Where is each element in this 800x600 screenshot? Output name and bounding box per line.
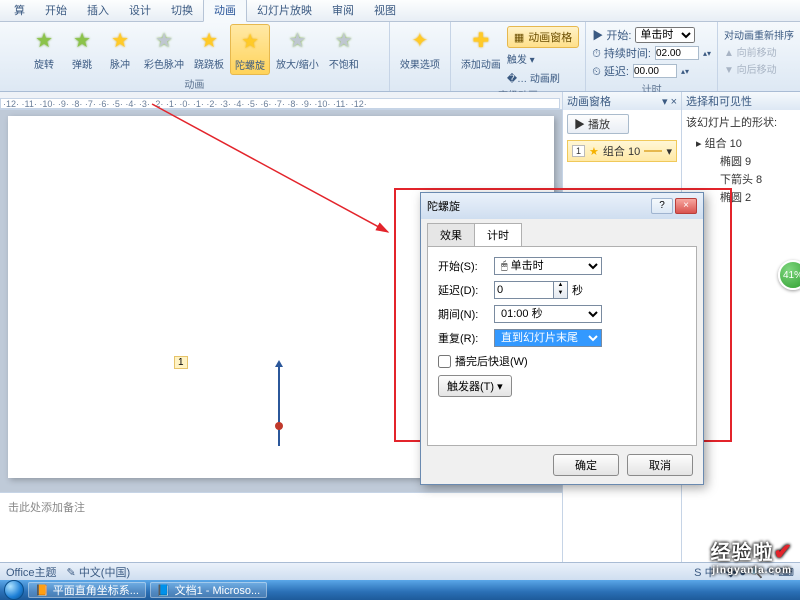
taskbar: 📙平面直角坐标系... 📘文档1 - Microso... [0, 580, 800, 600]
shape-arrow[interactable] [278, 362, 280, 446]
anim-pulse[interactable]: ★脉冲 [102, 24, 138, 73]
status-bar: Office主题 ✎ 中文(中国) S 中 · ❖ ● 🔍 ✎ ⌨ [0, 562, 800, 580]
tab-design[interactable]: 设计 [119, 0, 161, 21]
anim-bounce[interactable]: ★弹跳 [64, 24, 100, 73]
dialog-title: 陀螺旋 [427, 198, 460, 214]
dialog-close-button[interactable]: × [675, 198, 697, 214]
dlg-delay-input[interactable] [494, 281, 554, 299]
star-icon: ★ [589, 145, 599, 158]
dlg-duration-label: 期间(N): [438, 306, 494, 322]
tab-animation[interactable]: 动画 [203, 0, 247, 22]
anim-item-number: 1 [572, 145, 585, 157]
tab-home[interactable]: 开始 [35, 0, 77, 21]
start-orb[interactable] [4, 580, 24, 600]
tab-review[interactable]: 审阅 [322, 0, 364, 21]
tab-file[interactable]: 算 [4, 0, 35, 21]
anim-colorpulse[interactable]: ★彩色脉冲 [140, 24, 188, 73]
dlg-start-select[interactable]: 🖱 单击时 [494, 257, 602, 275]
dlg-duration-select[interactable]: 01:00 秒 [494, 305, 602, 323]
ruler-marks: ·12· ·11· ·10· ·9· ·8· ·7· ·6· ·5· ·4· ·… [0, 98, 560, 109]
animation-list-item[interactable]: 1 ★ 组合 10 ▾ [567, 140, 677, 162]
status-theme: Office主题 [6, 564, 57, 580]
dlg-rewind-checkbox[interactable] [438, 355, 451, 368]
play-button[interactable]: ▶ 播放 [567, 114, 629, 134]
anim-growshrink[interactable]: ★放大/缩小 [272, 24, 323, 73]
status-lang: ✎ 中文(中国) [67, 564, 131, 580]
timing-dialog: 陀螺旋 ? × 效果 计时 开始(S): 🖱 单击时 延迟(D): ▲▼ 秒 期… [420, 192, 704, 485]
cancel-button[interactable]: 取消 [627, 454, 693, 476]
dialog-tab-timing[interactable]: 计时 [474, 223, 522, 246]
progress-badge: 41% [778, 260, 800, 290]
start-select[interactable]: 单击时 [635, 27, 695, 43]
spin-up-icon[interactable]: ▲ [554, 282, 567, 290]
pane-anim-close-icon[interactable]: × [671, 96, 677, 108]
dlg-rewind-label: 播完后快退(W) [455, 353, 528, 369]
animation-order-marker[interactable]: 1 [174, 356, 188, 369]
tree-child[interactable]: 椭圆 2 [710, 188, 796, 206]
start-label: ▶ 开始: [592, 27, 631, 43]
animation-painter-button[interactable]: �… 动画刷 [507, 69, 579, 86]
dlg-delay-label: 延迟(D): [438, 282, 494, 298]
word-icon: 📘 [157, 584, 171, 597]
group-label-anim: 动画 [184, 75, 204, 92]
delay-input[interactable] [633, 64, 677, 78]
move-later-button: ▼ 向后移动 [724, 60, 794, 77]
duration-input[interactable] [655, 46, 699, 60]
trigger-button[interactable]: 触发 ▾ [507, 50, 579, 67]
tree-child[interactable]: 椭圆 9 [710, 152, 796, 170]
pane-anim-title: 动画窗格 [567, 93, 611, 109]
dlg-repeat-select[interactable]: 直到幻灯片末尾 [494, 329, 602, 347]
dlg-repeat-label: 重复(R): [438, 330, 494, 346]
ribbon-body: ★旋转 ★弹跳 ★脉冲 ★彩色脉冲 ★跷跷板 ★陀螺旋 ★放大/缩小 ★不饱和 … [0, 22, 800, 92]
dlg-start-label: 开始(S): [438, 258, 494, 274]
duration-label: ⏱ 持续时间: [592, 45, 651, 61]
anim-rotate[interactable]: ★旋转 [26, 24, 62, 73]
delay-label: ⏲ 延迟: [592, 63, 629, 79]
anim-teeter[interactable]: ★跷跷板 [190, 24, 228, 73]
notes-pane[interactable]: 击此处添加备注 [0, 492, 562, 562]
taskbar-item[interactable]: 📘文档1 - Microso... [150, 582, 267, 598]
tree-child[interactable]: 下箭头 8 [710, 170, 796, 188]
move-earlier-button: ▲ 向前移动 [724, 43, 794, 60]
dlg-triggers-button[interactable]: 触发器(T) ▾ [438, 375, 512, 397]
ok-button[interactable]: 确定 [553, 454, 619, 476]
tab-slideshow[interactable]: 幻灯片放映 [247, 0, 322, 21]
shape-dot [275, 422, 283, 430]
spin-down-icon[interactable]: ▼ [554, 290, 567, 298]
tab-transition[interactable]: 切换 [161, 0, 203, 21]
pane-icon: ▦ [514, 31, 524, 44]
anim-item-dropdown-icon[interactable]: ▾ [666, 145, 672, 158]
selection-heading: 该幻灯片上的形状: [686, 114, 796, 130]
anim-desaturate[interactable]: ★不饱和 [325, 24, 363, 73]
reorder-label: 对动画重新排序 [724, 26, 794, 43]
dialog-tab-effect[interactable]: 效果 [427, 223, 475, 246]
tab-insert[interactable]: 插入 [77, 0, 119, 21]
pane-anim-drop-icon[interactable]: ▾ [662, 96, 668, 108]
watermark: 经验啦✔ jingyanla.com [711, 536, 792, 576]
dlg-delay-unit: 秒 [572, 282, 583, 298]
powerpoint-icon: 📙 [35, 584, 49, 597]
effect-options-button[interactable]: ✦效果选项 [396, 24, 444, 73]
dialog-help-button[interactable]: ? [651, 198, 673, 214]
animation-pane-button[interactable]: ▦动画窗格 [507, 26, 579, 48]
add-animation-button[interactable]: ✚添加动画 [457, 24, 505, 73]
ribbon-tabs: 算 开始 插入 设计 切换 动画 幻灯片放映 审阅 视图 [0, 0, 800, 22]
anim-spin[interactable]: ★陀螺旋 [230, 24, 270, 75]
pane-sel-title: 选择和可见性 [686, 93, 752, 109]
taskbar-item[interactable]: 📙平面直角坐标系... [28, 582, 146, 598]
tree-root[interactable]: ▸ 组合 10 [686, 134, 796, 152]
anim-item-label: 组合 10 [603, 143, 640, 159]
tab-view[interactable]: 视图 [364, 0, 406, 21]
animation-gallery[interactable]: ★旋转 ★弹跳 ★脉冲 ★彩色脉冲 ★跷跷板 ★陀螺旋 ★放大/缩小 ★不饱和 [26, 24, 363, 75]
